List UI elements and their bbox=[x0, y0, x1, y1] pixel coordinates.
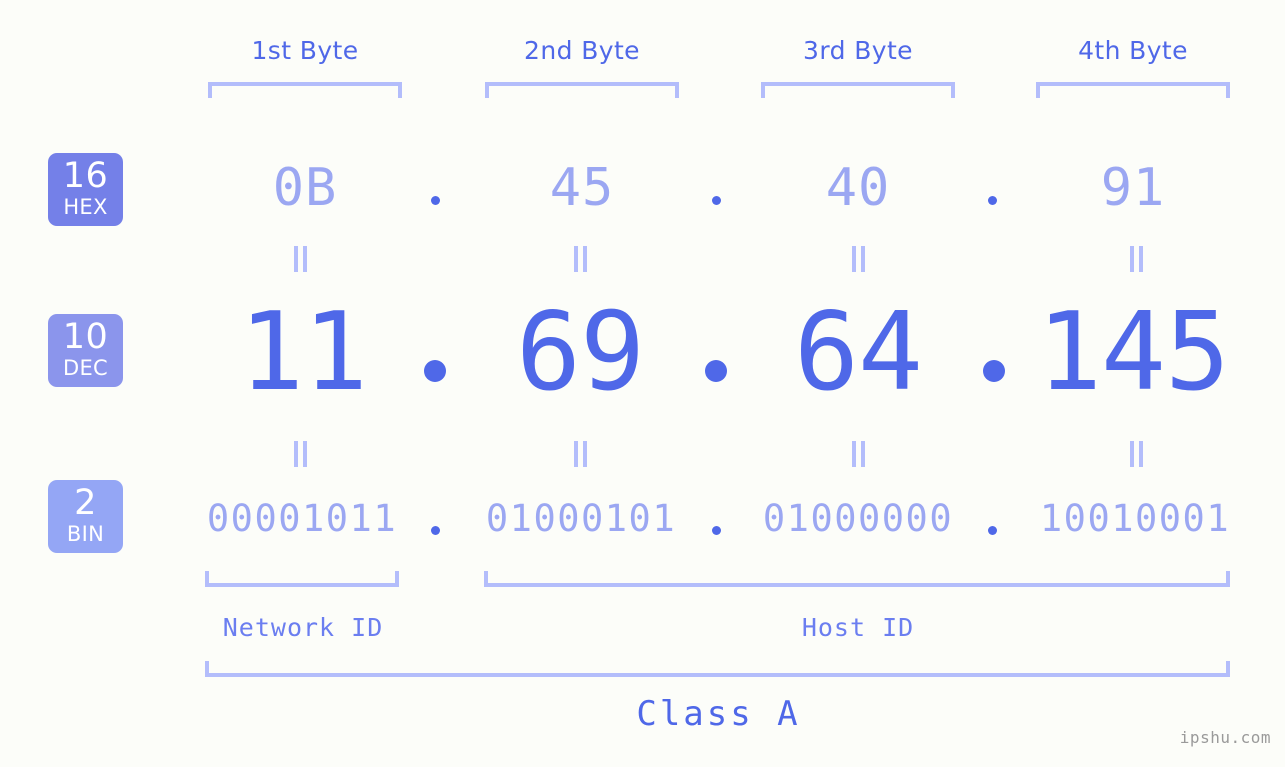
radix-badge-bin-name: BIN bbox=[66, 522, 105, 546]
equals-icon-dec-bin-1 bbox=[294, 441, 307, 467]
hex-octet-3: 40 bbox=[825, 158, 891, 218]
radix-badge-hex: 16 HEX bbox=[48, 153, 123, 226]
bin-separator-dot-3 bbox=[988, 526, 997, 535]
radix-badge-dec: 10 DEC bbox=[48, 314, 123, 387]
bin-octet-4: 10010001 bbox=[1039, 497, 1231, 540]
equals-icon-hex-dec-4 bbox=[1130, 246, 1143, 272]
equals-icon-hex-dec-2 bbox=[574, 246, 587, 272]
site-watermark: ipshu.com bbox=[1179, 728, 1271, 747]
byte-bracket-top-1 bbox=[208, 82, 402, 98]
network-id-bracket bbox=[205, 571, 399, 587]
radix-badge-bin: 2 BIN bbox=[48, 480, 123, 553]
equals-icon-hex-dec-1 bbox=[294, 246, 307, 272]
equals-icon-hex-dec-3 bbox=[852, 246, 865, 272]
dec-separator-dot-1 bbox=[424, 360, 446, 382]
radix-badge-hex-number: 16 bbox=[62, 156, 109, 196]
hex-separator-dot-2 bbox=[712, 196, 721, 205]
radix-badge-hex-name: HEX bbox=[63, 195, 108, 219]
radix-badge-dec-number: 10 bbox=[62, 317, 109, 357]
dec-separator-dot-3 bbox=[983, 360, 1005, 382]
class-bracket bbox=[205, 661, 1230, 677]
bin-octet-2: 01000101 bbox=[485, 497, 677, 540]
byte-bracket-top-3 bbox=[761, 82, 955, 98]
host-id-bracket bbox=[484, 571, 1230, 587]
byte-header-label-1: 1st Byte bbox=[251, 36, 359, 65]
hex-octet-1: 0B bbox=[272, 158, 338, 218]
hex-octet-4: 91 bbox=[1100, 158, 1166, 218]
byte-header-label-2: 2nd Byte bbox=[524, 36, 640, 65]
byte-bracket-top-4 bbox=[1036, 82, 1230, 98]
bin-octet-1: 00001011 bbox=[206, 497, 398, 540]
bin-octet-3: 01000000 bbox=[762, 497, 954, 540]
dec-octet-1: 11 bbox=[238, 290, 368, 415]
host-id-label: Host ID bbox=[801, 613, 915, 642]
hex-separator-dot-1 bbox=[431, 196, 440, 205]
hex-separator-dot-3 bbox=[988, 196, 997, 205]
network-id-label: Network ID bbox=[222, 613, 384, 642]
equals-icon-dec-bin-2 bbox=[574, 441, 587, 467]
byte-bracket-top-2 bbox=[485, 82, 679, 98]
ip-breakdown-diagram: 1st Byte 2nd Byte 3rd Byte 4th Byte 16 H… bbox=[0, 0, 1285, 767]
dec-octet-3: 64 bbox=[793, 290, 923, 415]
radix-badge-dec-name: DEC bbox=[62, 356, 108, 380]
dec-octet-2: 69 bbox=[515, 290, 645, 415]
radix-badge-bin-number: 2 bbox=[74, 483, 97, 523]
byte-header-label-3: 3rd Byte bbox=[803, 36, 913, 65]
equals-icon-dec-bin-4 bbox=[1130, 441, 1143, 467]
equals-icon-dec-bin-3 bbox=[852, 441, 865, 467]
dec-separator-dot-2 bbox=[705, 360, 727, 382]
class-label: Class A bbox=[636, 694, 801, 734]
bin-separator-dot-2 bbox=[712, 526, 721, 535]
byte-header-label-4: 4th Byte bbox=[1078, 36, 1188, 65]
bin-separator-dot-1 bbox=[431, 526, 440, 535]
hex-octet-2: 45 bbox=[549, 158, 615, 218]
dec-octet-4: 145 bbox=[1036, 290, 1230, 415]
